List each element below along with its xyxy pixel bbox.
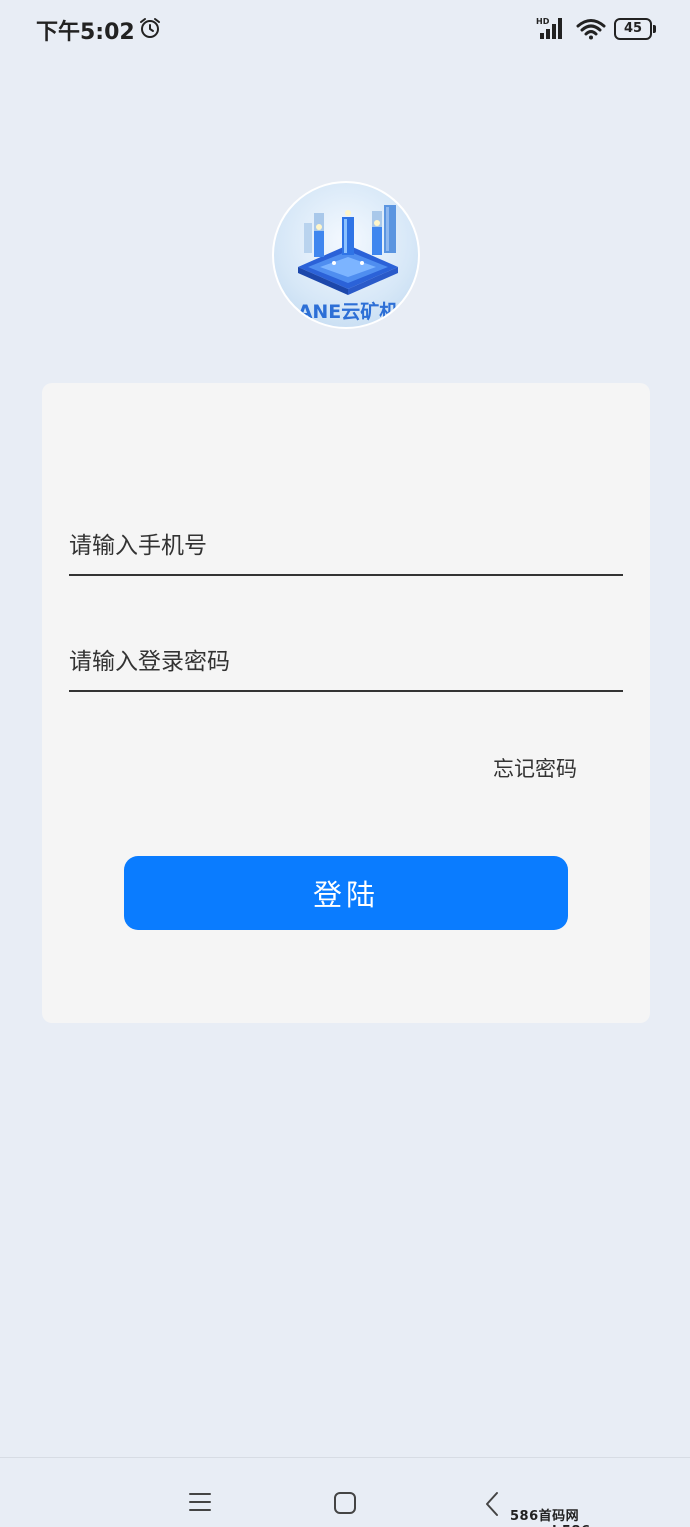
wifi-icon (576, 19, 606, 40)
login-button[interactable]: 登陆 (124, 856, 568, 930)
phone-field (69, 516, 623, 576)
status-time: 下午5:02 (36, 20, 135, 45)
forgot-password-link[interactable]: 忘记密码 (493, 753, 577, 783)
logo-text: ANE云矿机 (297, 301, 399, 323)
alarm-clock-icon (140, 18, 160, 38)
app-logo: ANE云矿机 (272, 181, 420, 329)
watermark: 586首码网 www.h586.com (510, 1509, 627, 1527)
password-input[interactable] (69, 640, 623, 684)
cellular-signal-icon: HD (536, 17, 562, 39)
status-bar: 下午5:02 HD 45 (0, 0, 690, 60)
menu-icon[interactable] (188, 1491, 212, 1513)
login-card: 忘记密码 登陆 (42, 383, 650, 1023)
home-icon[interactable] (333, 1491, 357, 1515)
back-icon[interactable] (484, 1490, 500, 1518)
phone-input[interactable] (69, 524, 623, 568)
signal-hd-label: HD (536, 17, 550, 26)
battery-level: 45 (614, 18, 652, 40)
battery-icon: 45 (614, 18, 656, 40)
password-field (69, 632, 623, 692)
